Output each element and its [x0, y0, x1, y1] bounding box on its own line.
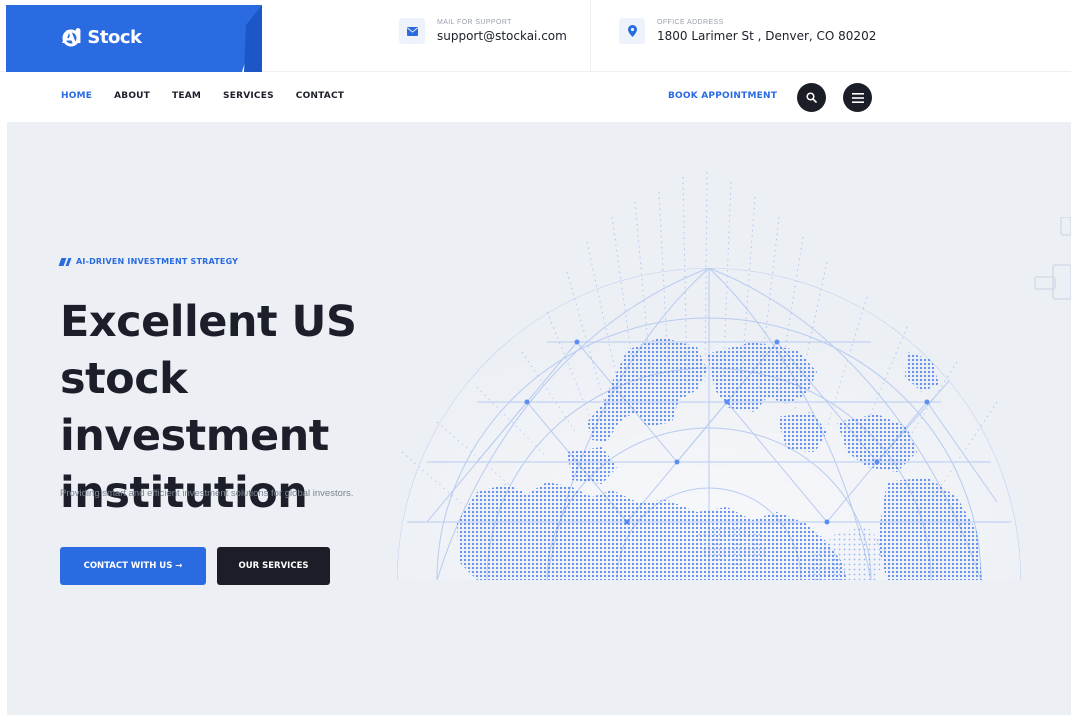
nav-item-services[interactable]: SERVICES	[223, 91, 274, 101]
search-icon	[806, 92, 817, 103]
menu-button[interactable]	[843, 83, 872, 112]
headline-line-1: Excellent US stock	[60, 297, 357, 404]
mail-label: MAIL FOR SUPPORT	[437, 19, 512, 26]
logo-block: AI Stock	[6, 5, 262, 72]
tag-mark-icon	[58, 257, 72, 266]
logo[interactable]: AI Stock	[62, 27, 142, 48]
contact-with-us-button[interactable]: CONTACT WITH US →	[60, 547, 206, 585]
hero-tag-text: AI-DRIVEN INVESTMENT STRATEGY	[76, 257, 239, 266]
divider	[590, 0, 591, 72]
hero-subtext: Providing smart and efficient investment…	[60, 488, 354, 499]
nav-item-home[interactable]: HOME	[61, 91, 92, 101]
decorative-shapes	[1034, 217, 1071, 300]
mail-value[interactable]: support@stockai.com	[437, 29, 567, 43]
office-value: 1800 Larimer St , Denver, CO 80202	[657, 29, 877, 43]
nav-item-about[interactable]: ABOUT	[114, 91, 150, 101]
hero-tag: AI-DRIVEN INVESTMENT STRATEGY	[58, 257, 239, 266]
nav-item-contact[interactable]: CONTACT	[296, 91, 344, 101]
headline-line-2: investment	[60, 411, 329, 461]
logo-icon	[62, 28, 81, 47]
main-nav: HOME ABOUT TEAM SERVICES CONTACT BOOK AP…	[0, 72, 1071, 122]
envelope-icon	[399, 18, 425, 44]
our-services-button[interactable]: OUR SERVICES	[217, 547, 330, 585]
menu-icon	[851, 92, 864, 103]
search-button[interactable]	[797, 83, 826, 112]
map-pin-icon	[619, 18, 645, 44]
nav-item-team[interactable]: TEAM	[172, 91, 201, 101]
top-bar: AI Stock MAIL FOR SUPPORT support@stocka…	[0, 0, 1071, 72]
office-label: OFFICE ADDRESS	[657, 19, 724, 26]
support-mail[interactable]: MAIL FOR SUPPORT support@stockai.com	[399, 18, 567, 44]
book-appointment-link[interactable]: BOOK APPOINTMENT	[668, 91, 777, 101]
office-address: OFFICE ADDRESS 1800 Larimer St , Denver,…	[619, 18, 876, 44]
hero-section: AI-DRIVEN INVESTMENT STRATEGY Excellent …	[7, 122, 1071, 715]
nav-links: HOME ABOUT TEAM SERVICES CONTACT	[61, 91, 344, 101]
